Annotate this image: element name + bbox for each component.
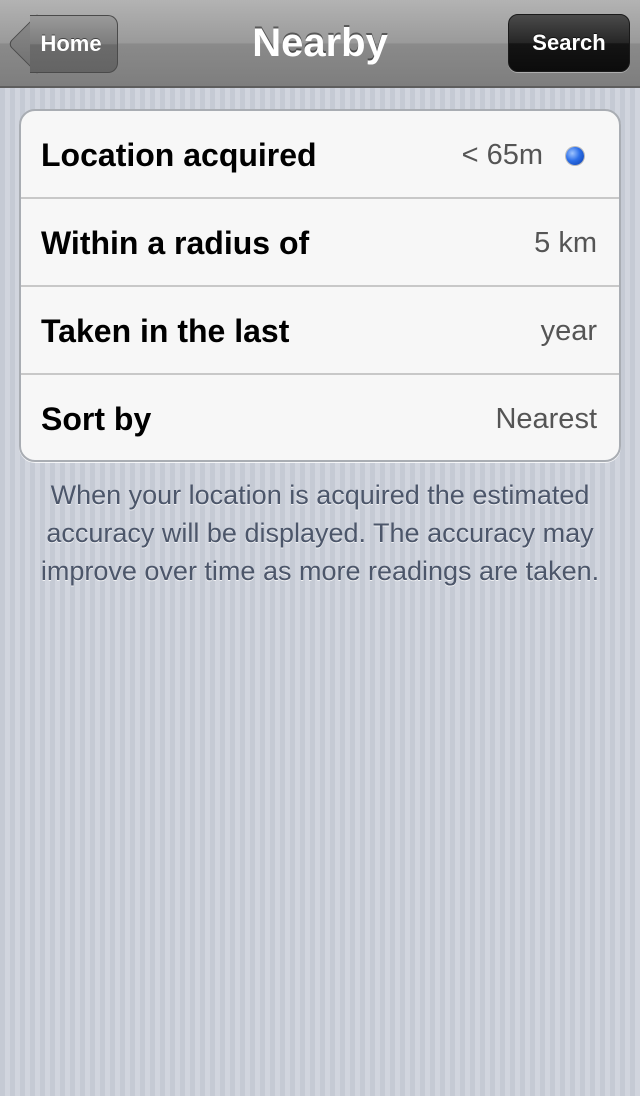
- setting-row-location-acquired[interactable]: Location acquired < 65m: [21, 111, 619, 199]
- setting-row-sort-by[interactable]: Sort by Nearest: [21, 375, 619, 460]
- setting-value-period: year: [540, 315, 597, 347]
- setting-value-accuracy: < 65m: [461, 139, 543, 171]
- setting-value-sort: Nearest: [495, 403, 597, 435]
- search-button[interactable]: Search: [508, 14, 630, 72]
- setting-label: Within a radius of: [41, 225, 310, 261]
- accuracy-footer-note: When your location is acquired the estim…: [40, 480, 600, 586]
- setting-label: Location acquired: [41, 137, 317, 173]
- setting-row-radius[interactable]: Within a radius of 5 km: [21, 199, 619, 287]
- page-title: Nearby: [252, 21, 388, 65]
- setting-row-taken-in-last[interactable]: Taken in the last year: [21, 287, 619, 375]
- navigation-bar: Home Nearby Search: [0, 0, 640, 88]
- setting-label: Taken in the last: [41, 313, 290, 349]
- home-back-button[interactable]: Home: [7, 14, 118, 74]
- home-back-button-label: Home: [40, 31, 102, 56]
- search-button-label: Search: [532, 30, 606, 55]
- location-dot-icon: [566, 147, 584, 165]
- settings-group: Location acquired < 65m Within a radius …: [19, 109, 621, 462]
- setting-value-radius: 5 km: [534, 227, 597, 259]
- setting-label: Sort by: [41, 401, 152, 437]
